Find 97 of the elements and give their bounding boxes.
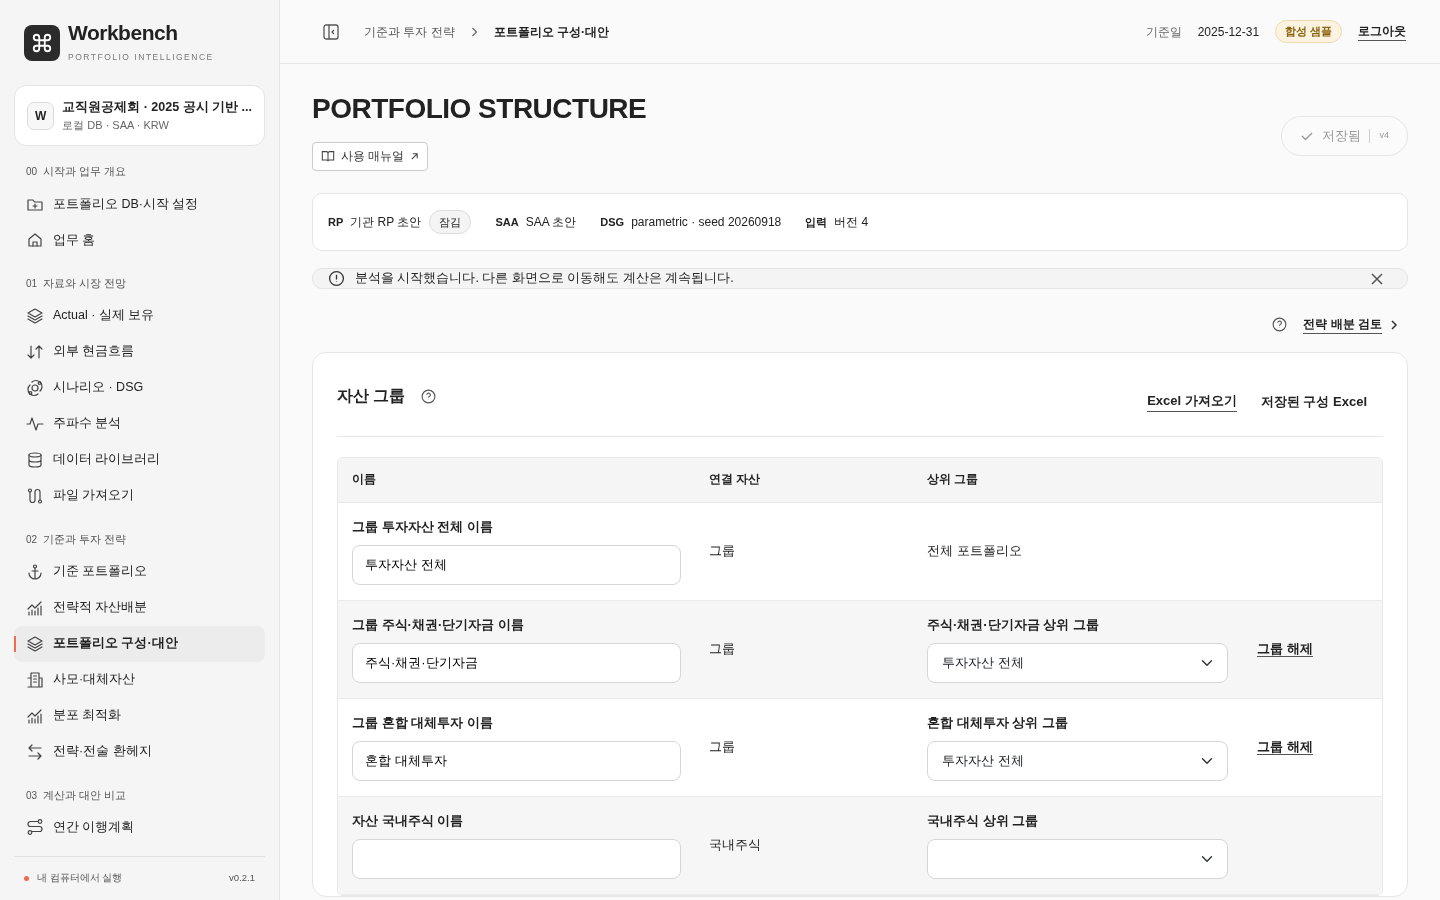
nav-item[interactable]: 포트폴리오 구성·대안 (14, 625, 265, 662)
nav-item[interactable]: 데이터 라이브러리 (14, 441, 265, 478)
parent-select[interactable]: 투자자산 전체 (927, 740, 1228, 781)
orbit-icon (26, 378, 44, 397)
section-heading: 자료와 시장 전망 (43, 277, 126, 289)
name-field[interactable]: 혼합 대체투자 (352, 740, 681, 781)
swap-icon (26, 742, 44, 761)
section-heading: 계산과 대안 비교 (43, 788, 126, 801)
save-status: 저장됨 v4 (1281, 116, 1408, 156)
external-link-icon (410, 151, 420, 161)
sample-badge: 합성 샘플 (1275, 19, 1342, 44)
date-value: 2025-12-31 (1197, 23, 1260, 41)
nav-item[interactable]: Actual · 실제 보유 (14, 297, 265, 334)
nav-item[interactable]: 포트폴리오 DB·시작 설정 (14, 186, 265, 222)
workspace-card[interactable]: W 교직원공제회 · 2025 공시 기반 ... 로컬 DB · SAA · KRW (14, 85, 265, 147)
book-icon (321, 149, 335, 164)
section-title: 자산 그룹 (337, 386, 406, 407)
column-header: 연결 자산 (708, 471, 762, 487)
manual-button[interactable]: 사용 매뉴얼 (312, 141, 429, 171)
workspace-subtitle: 로컬 DB · SAA · KRW (62, 117, 170, 133)
export-button[interactable]: 저장된 구성 Excel (1260, 391, 1367, 412)
field-label: 국내주식 상위 그룹 (927, 812, 1039, 831)
section-number: 03 (26, 789, 38, 801)
table-cell: 그룹 (709, 543, 735, 559)
table-cell: 국내주식 (709, 837, 761, 853)
section-number: 02 (26, 533, 38, 545)
column-header: 이름 (351, 471, 377, 487)
summary-value: parametric · seed 20260918 (631, 214, 782, 232)
import-link[interactable]: Excel 가져오기 (1147, 391, 1237, 412)
section-number: 00 (26, 166, 38, 178)
name-field[interactable]: 주식·채권·단기자금 (352, 642, 681, 683)
breadcrumb-link[interactable]: 기준과 투자 전략 (364, 22, 455, 41)
summary-value: SAA 초안 (525, 214, 577, 232)
name-field[interactable] (352, 838, 681, 879)
path-icon (26, 818, 44, 837)
run-status: 내 컴퓨터에서 실행 (24, 871, 123, 886)
nav-item[interactable]: 파일 가져오기 (14, 477, 265, 514)
info-icon (328, 270, 345, 288)
workspace-avatar: W (27, 101, 55, 130)
table-cell: 전체 포트폴리오 (927, 543, 1022, 559)
nav-item[interactable]: 연간 이행계획 (14, 809, 265, 846)
workspace-title: 교직원공제회 · 2025 공시 기반 ... (62, 99, 252, 116)
nav-item[interactable]: 사모·대체자산 (14, 661, 265, 698)
name-field[interactable]: 투자자산 전체 (352, 544, 681, 585)
nav-item[interactable]: 기준 포트폴리오 (14, 553, 265, 590)
nav-item[interactable]: 외부 현금흐름 (14, 333, 265, 370)
chevron-icon (470, 26, 478, 37)
field-label: 자산 국내주식 이름 (352, 812, 464, 831)
brand-name: Workbench (68, 21, 179, 43)
close-icon[interactable] (1371, 272, 1383, 285)
date-label: 기준일 (1145, 23, 1182, 41)
lock-badge: 잠김 (429, 209, 472, 235)
sidebar-toggle-icon[interactable] (322, 22, 340, 41)
summary-value: 버전 4 (834, 214, 869, 232)
breadcrumb-current: 포트폴리오 구성·대안 (493, 23, 609, 41)
summary-value: 기관 RP 초안 (350, 214, 422, 232)
help-icon[interactable] (1272, 317, 1288, 333)
summary-key: RP (328, 213, 344, 231)
ungroup-link[interactable]: 그룹 해제 (1257, 641, 1313, 658)
nav-item[interactable]: 전략적 자산배분 (14, 589, 265, 626)
page-title: PORTFOLIO STRUCTURE (312, 92, 647, 126)
help-icon[interactable] (421, 388, 437, 404)
database-icon (26, 450, 44, 469)
alert-message: 분석을 시작했습니다. 다른 화면으로 이동해도 계산은 계속됩니다. (355, 270, 734, 288)
route-icon (26, 486, 44, 505)
section-number: 01 (26, 278, 38, 289)
version-text: v0.2.1 (229, 871, 255, 886)
summary-key: SAA (495, 213, 519, 231)
review-link[interactable]: 전략 배분 검토 (1303, 315, 1398, 335)
building-icon (26, 670, 44, 689)
table-cell: 그룹 (709, 739, 735, 755)
layers-icon (26, 306, 44, 325)
logout-link[interactable]: 로그아웃 (1358, 22, 1406, 41)
ungroup-link[interactable]: 그룹 해제 (1257, 739, 1313, 756)
nav-item[interactable]: 업무 홈 (14, 222, 265, 258)
section-heading: 시작과 업무 개요 (43, 165, 126, 178)
summary-key: DSG (600, 213, 625, 231)
section-heading: 기준과 투자 전략 (43, 532, 126, 545)
logo-icon (24, 24, 60, 61)
parent-select[interactable]: 투자자산 전체 (927, 642, 1228, 683)
table-cell: 그룹 (709, 641, 735, 657)
field-label: 그룹 혼합 대체투자 이름 (352, 714, 493, 733)
nav-item[interactable]: 시나리오 · DSG (14, 369, 265, 406)
chevron-icon (1390, 319, 1398, 330)
nav-item[interactable]: 분포 최적화 (14, 697, 265, 734)
home-icon (26, 231, 44, 249)
anchor-icon (26, 562, 44, 581)
nav-item[interactable]: 전략·전술 환헤지 (14, 733, 265, 770)
field-label: 그룹 주식·채권·단기자금 이름 (352, 616, 524, 635)
summary-key: 입력 (805, 213, 828, 231)
column-header: 상위 그룹 (926, 471, 980, 487)
field-label: 혼합 대체투자 상위 그룹 (927, 714, 1068, 733)
field-label: 주식·채권·단기자금 상위 그룹 (927, 616, 1099, 635)
nav-item[interactable]: 주파수 분석 (14, 405, 265, 442)
brand-tagline: PORTFOLIO INTELLIGENCE (68, 50, 214, 64)
field-label: 그룹 투자자산 전체 이름 (352, 518, 493, 537)
layers-icon (26, 634, 44, 653)
